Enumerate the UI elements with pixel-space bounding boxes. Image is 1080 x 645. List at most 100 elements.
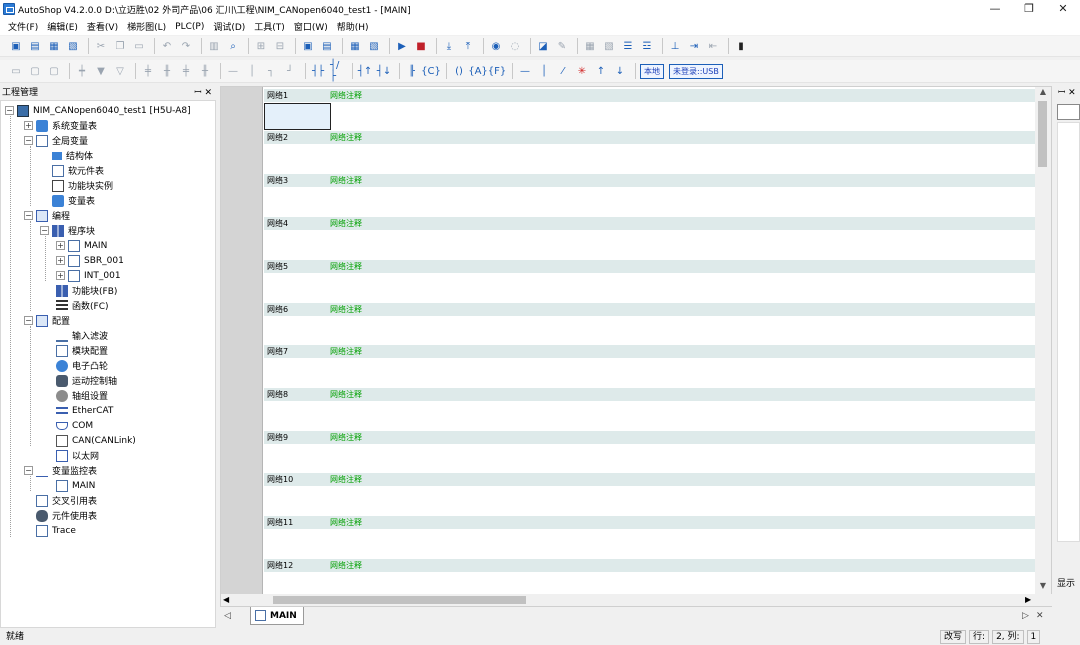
coil-icon[interactable]: () xyxy=(451,63,467,79)
expand-icon[interactable]: + xyxy=(56,271,65,280)
network-header[interactable]: 网络10 网络注释 xyxy=(264,473,1036,486)
branch-delete-alt-icon[interactable]: ╫ xyxy=(197,63,213,79)
network-header[interactable]: 网络8 网络注释 xyxy=(264,388,1036,401)
contact-up-icon[interactable]: ▽ xyxy=(112,63,128,79)
collapse-icon[interactable]: − xyxy=(5,106,14,115)
redo-icon[interactable]: ↷ xyxy=(178,38,194,54)
menu-file[interactable]: 文件(F) xyxy=(8,20,38,33)
stop-icon[interactable]: ■ xyxy=(413,38,429,54)
menu-view[interactable]: 查看(V) xyxy=(87,20,118,33)
restore-button[interactable]: ❐ xyxy=(1012,0,1046,18)
tree-item-monitor-main[interactable]: MAIN xyxy=(56,478,95,493)
network-comment[interactable]: 网络注释 xyxy=(330,516,362,529)
tree-root[interactable]: − NIM_CANopen6040_test1 [H5U-A8] xyxy=(5,103,191,118)
new-file-icon[interactable]: ▣ xyxy=(8,38,24,54)
compile-icon[interactable]: ▦ xyxy=(347,38,363,54)
scroll-thumb[interactable] xyxy=(273,596,526,604)
tree-item-axis-group[interactable]: 轴组设置 xyxy=(56,388,108,403)
instruction-icon[interactable]: {C} xyxy=(421,63,441,79)
network-comment[interactable]: 网络注释 xyxy=(330,388,362,401)
tab-main[interactable]: MAIN xyxy=(250,607,304,625)
network-header[interactable]: 网络7 网络注释 xyxy=(264,345,1036,358)
sfc-mode-icon[interactable]: ▢ xyxy=(46,63,62,79)
compile-all-icon[interactable]: ▧ xyxy=(366,38,382,54)
menu-plc[interactable]: PLC(P) xyxy=(175,22,204,32)
network-comment[interactable]: 网络注释 xyxy=(330,559,362,572)
line-right-icon[interactable]: ┘ xyxy=(282,63,298,79)
edit-icon[interactable]: ✎ xyxy=(554,38,570,54)
network-comment[interactable]: 网络注释 xyxy=(330,431,362,444)
collapse-icon[interactable]: − xyxy=(24,316,33,325)
line-left-icon[interactable]: ┐ xyxy=(263,63,279,79)
tree-item-module-config[interactable]: 模块配置 xyxy=(56,343,108,358)
tree-item-int[interactable]: + INT_001 xyxy=(56,268,121,283)
panel-pin-close-icon[interactable]: ꟷ ✕ xyxy=(194,86,212,100)
right-panel-pin-icon[interactable]: ꟷ ✕ xyxy=(1054,86,1080,100)
selected-cell[interactable] xyxy=(264,103,331,130)
upload-icon[interactable]: ⤒ xyxy=(460,38,476,54)
right-panel-input[interactable] xyxy=(1057,104,1080,120)
tree-item-main[interactable]: + MAIN xyxy=(56,238,107,253)
network-comment[interactable]: 网络注释 xyxy=(330,260,362,273)
tree-item-ethernet[interactable]: 以太网 xyxy=(56,448,99,463)
window-alt-icon[interactable]: ▤ xyxy=(319,38,335,54)
network-header[interactable]: 网络4 网络注释 xyxy=(264,217,1036,230)
arrow-up-icon[interactable]: ↑ xyxy=(593,63,609,79)
tree-item-global-vars[interactable]: − 全局变量 xyxy=(24,133,88,148)
right-panel-list[interactable] xyxy=(1057,122,1080,542)
function-icon[interactable]: {F} xyxy=(488,63,506,79)
io-table-alt-icon[interactable]: ▧ xyxy=(601,38,617,54)
vline-icon[interactable]: │ xyxy=(244,63,260,79)
parallel-contact-icon[interactable]: ╟ xyxy=(404,63,420,79)
no-contact-icon[interactable]: ┤├ xyxy=(310,63,326,79)
tree-item-fb-instances[interactable]: 功能块实例 xyxy=(52,178,113,193)
tree-item-input-filter[interactable]: 输入滤波 xyxy=(56,328,108,343)
tree-item-soft-elements[interactable]: 软元件表 xyxy=(52,163,104,178)
run-icon[interactable]: ▶ xyxy=(394,38,410,54)
save-all-icon[interactable]: ▧ xyxy=(65,38,81,54)
network-header[interactable]: 网络12 网络注释 xyxy=(264,559,1036,572)
io-table-icon[interactable]: ▦ xyxy=(582,38,598,54)
paste-icon[interactable]: ▭ xyxy=(131,38,147,54)
delete-line-icon[interactable]: ✳ xyxy=(574,63,590,79)
horizontal-line-icon[interactable]: — xyxy=(517,63,533,79)
local-button[interactable]: 本地 xyxy=(640,63,664,79)
expand-icon[interactable]: + xyxy=(56,256,65,265)
menu-ladder[interactable]: 梯形图(L) xyxy=(127,20,166,33)
tree-item-fc[interactable]: 函数(FC) xyxy=(56,298,108,313)
menu-edit[interactable]: 编辑(E) xyxy=(47,20,78,33)
collapse-icon[interactable]: − xyxy=(24,211,33,220)
vertical-line-icon[interactable]: │ xyxy=(536,63,552,79)
invert-icon[interactable]: ⁄ xyxy=(555,63,571,79)
close-button[interactable]: ✕ xyxy=(1046,0,1080,18)
tree-item-system-vars[interactable]: + 系统变量表 xyxy=(24,118,97,133)
network-comment[interactable]: 网络注释 xyxy=(330,345,362,358)
network-header[interactable]: 网络11 网络注释 xyxy=(264,516,1036,529)
tree-item-struct[interactable]: 结构体 xyxy=(52,148,93,163)
network-header[interactable]: 网络5 网络注释 xyxy=(264,260,1036,273)
network-comment[interactable]: 网络注释 xyxy=(330,303,362,316)
tree-item-fb[interactable]: 功能块(FB) xyxy=(56,283,117,298)
download-icon[interactable]: ⤓ xyxy=(441,38,457,54)
scroll-right-icon[interactable]: ▶ xyxy=(1025,595,1031,604)
arrow-down-icon[interactable]: ↓ xyxy=(612,63,628,79)
logout-icon[interactable]: ⇤ xyxy=(705,38,721,54)
branch-icon[interactable]: ╪ xyxy=(140,63,156,79)
menu-window[interactable]: 窗口(W) xyxy=(294,20,328,33)
ladder-editor[interactable]: 网络1 网络注释 网络2 网络注释 网络3 网络注释 网络4 网络注释 网络5 网络注释 … xyxy=(220,86,1053,606)
window-icon[interactable]: ▣ xyxy=(300,38,316,54)
tree-item-cross-ref[interactable]: 交叉引用表 xyxy=(36,493,97,508)
network-header[interactable]: 网络6 网络注释 xyxy=(264,303,1036,316)
tree-item-config[interactable]: − 配置 xyxy=(24,313,70,328)
nc-contact-icon[interactable]: ┤/├ xyxy=(329,60,345,82)
horizontal-scrollbar[interactable]: ◀ ▶ xyxy=(221,594,1053,606)
collapse-icon[interactable]: − xyxy=(24,466,33,475)
st-mode-icon[interactable]: ▢ xyxy=(27,63,43,79)
tree-item-var-table[interactable]: 变量表 xyxy=(52,193,95,208)
network-header[interactable]: 网络1 网络注释 xyxy=(264,89,1036,102)
tree-item-ecam[interactable]: 电子凸轮 xyxy=(56,358,108,373)
collapse-icon[interactable]: − xyxy=(40,226,49,235)
tree-item-element-usage[interactable]: 元件使用表 xyxy=(36,508,97,523)
bus-config-icon[interactable]: ☰ xyxy=(620,38,636,54)
expand-icon[interactable]: + xyxy=(24,121,33,130)
